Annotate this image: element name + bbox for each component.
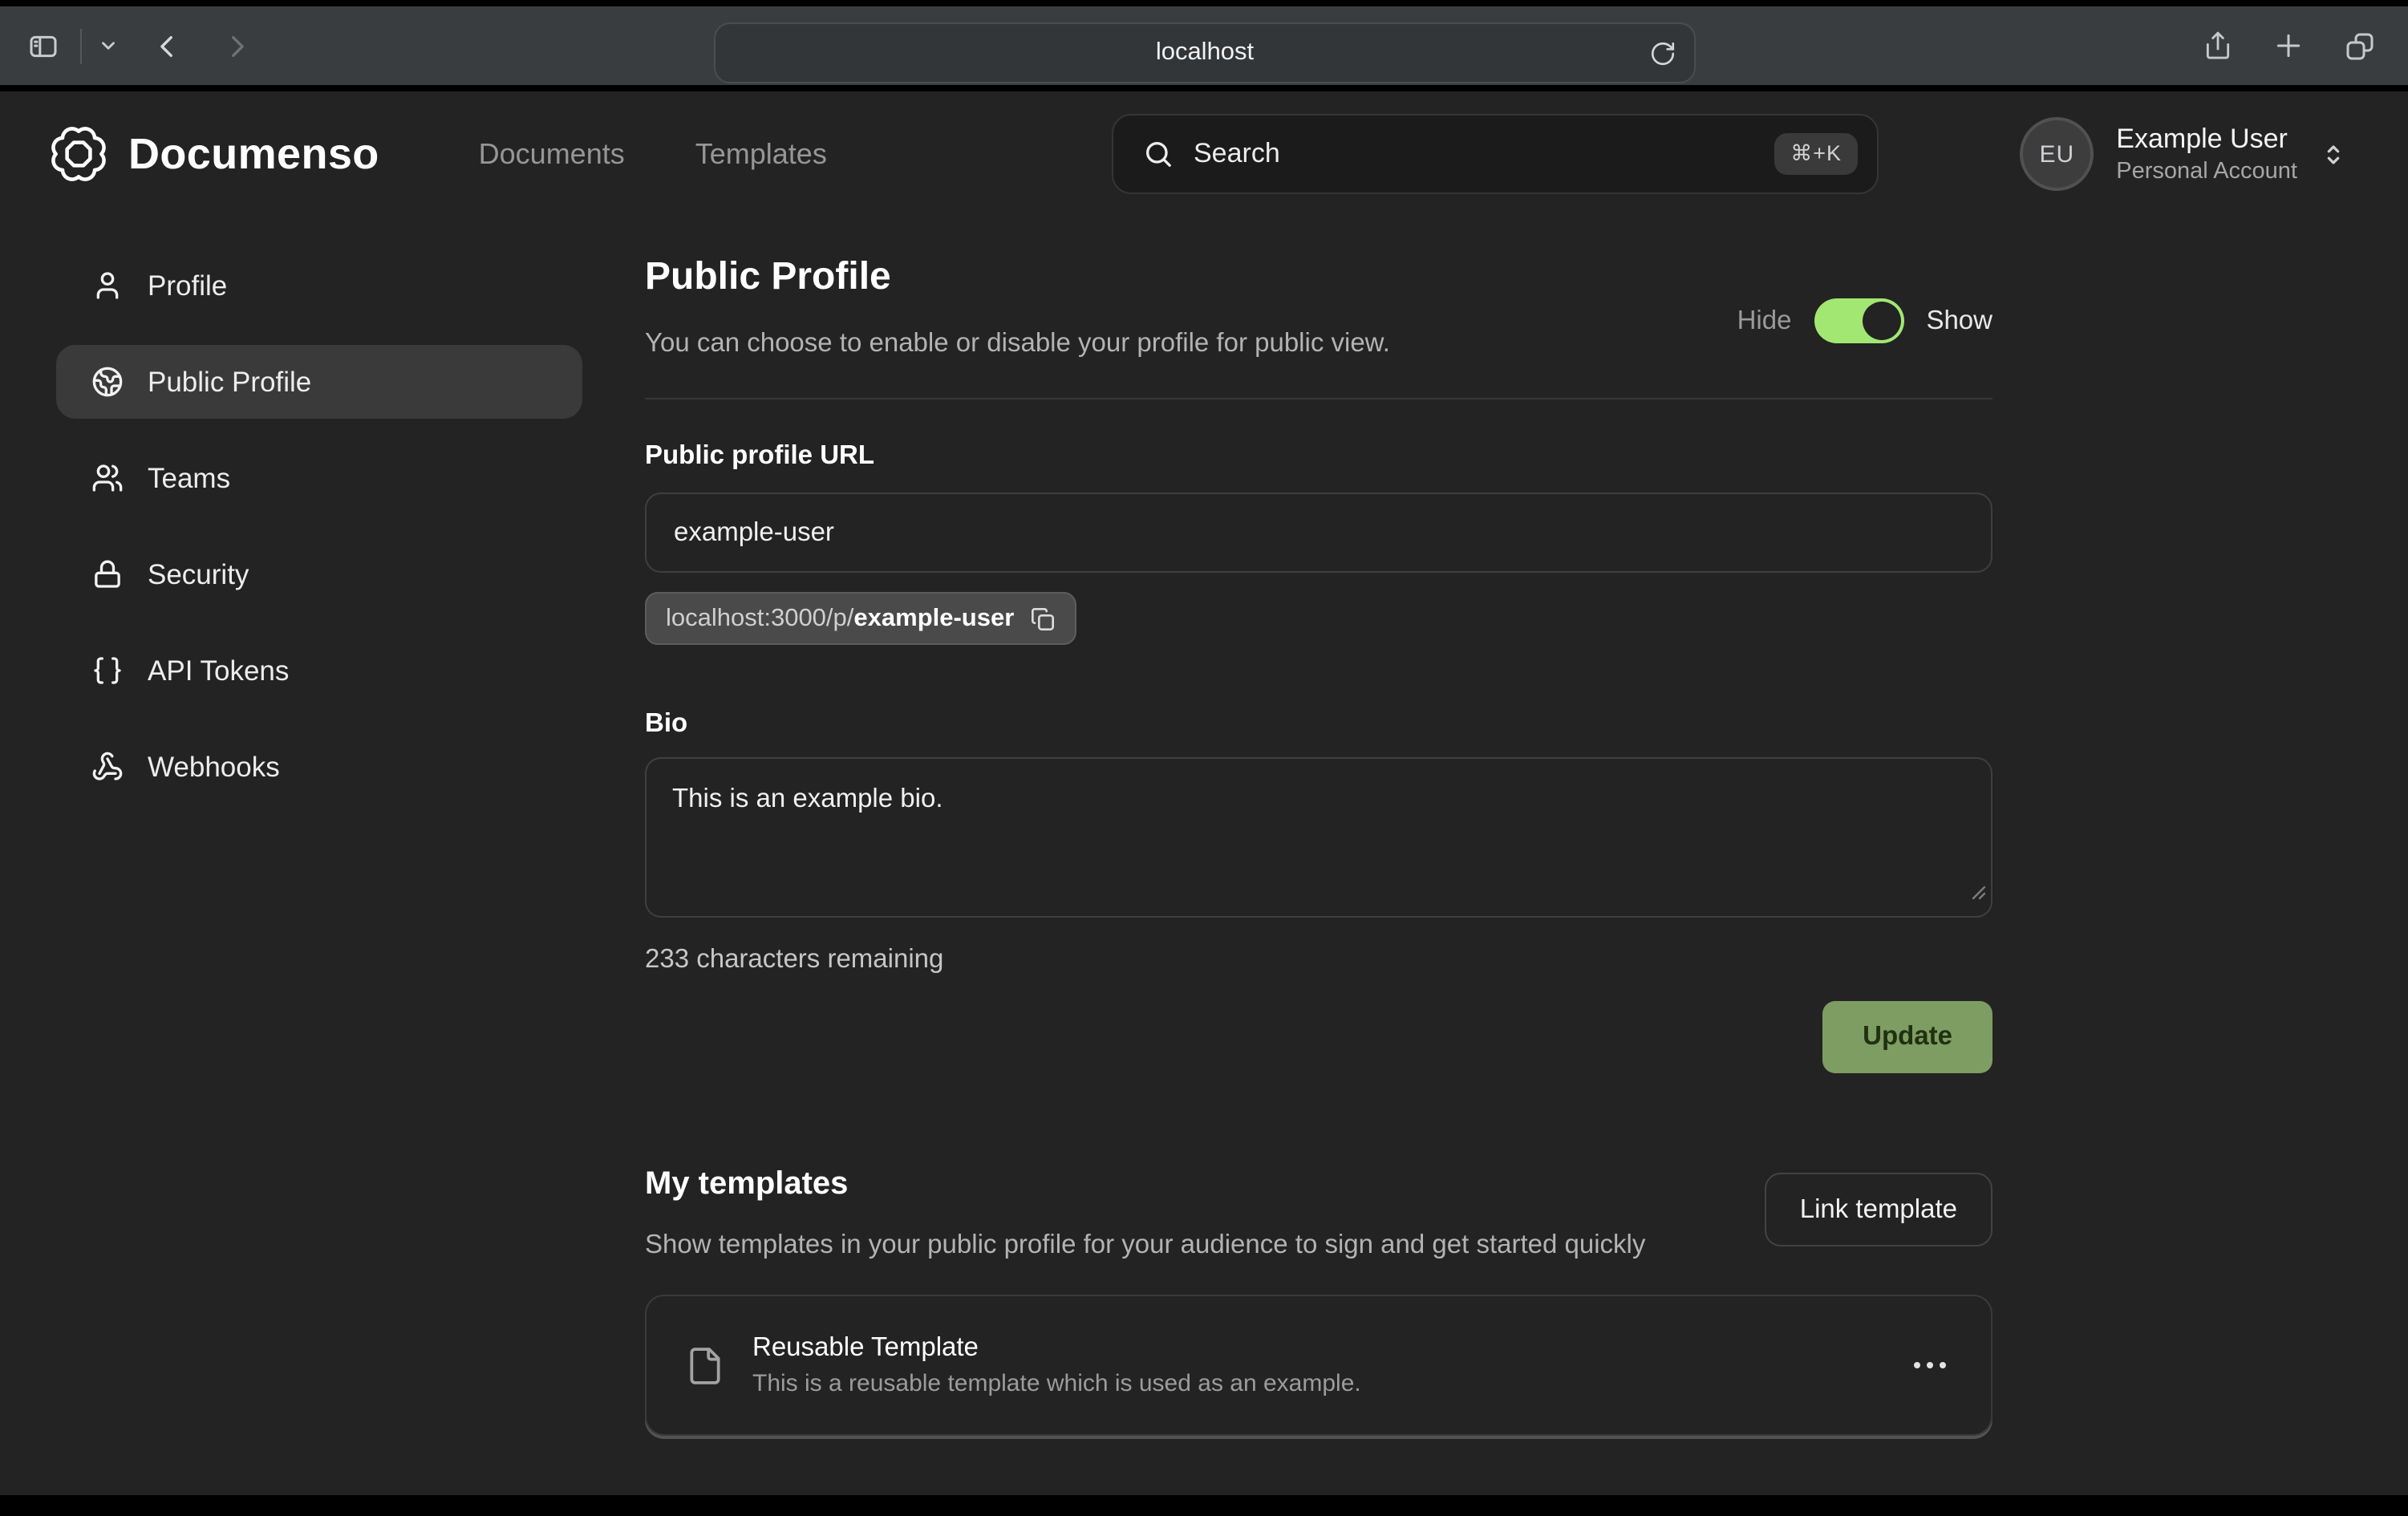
- tab-overview-icon[interactable]: [2344, 30, 2376, 62]
- template-description: This is a reusable template which is use…: [752, 1370, 1914, 1397]
- brand[interactable]: Documenso: [51, 127, 379, 181]
- nav-templates[interactable]: Templates: [695, 137, 827, 171]
- bio-label: Bio: [645, 706, 1992, 741]
- braces-icon: [91, 655, 124, 687]
- app-header: Documenso Documents Templates Search ⌘+K…: [0, 91, 2408, 217]
- globe-icon: [91, 366, 124, 398]
- sidebar-item-public-profile[interactable]: Public Profile: [56, 345, 582, 419]
- search-placeholder: Search: [1194, 138, 1774, 170]
- browser-chrome: localhost: [0, 0, 2408, 91]
- profile-url-username: example-user: [853, 604, 1014, 633]
- bio-textarea[interactable]: This is an example bio.: [645, 757, 1992, 918]
- sidebar-item-label: Security: [148, 557, 249, 591]
- forward-icon[interactable]: [223, 30, 250, 62]
- public-profile-url-input[interactable]: example-user: [645, 492, 1992, 573]
- sidebar-item-label: Teams: [148, 461, 230, 495]
- new-tab-icon[interactable]: [2273, 30, 2304, 61]
- sidebar-toggle-icon[interactable]: [26, 30, 61, 62]
- copy-icon[interactable]: [1030, 606, 1056, 631]
- sidebar-item-label: Public Profile: [148, 365, 311, 399]
- sidebar-item-api-tokens[interactable]: API Tokens: [56, 634, 582, 707]
- file-icon: [685, 1342, 725, 1388]
- webhook-icon: [91, 751, 124, 783]
- sidebar-item-teams[interactable]: Teams: [56, 441, 582, 515]
- browser-toolbar: localhost: [0, 6, 2408, 85]
- search-shortcut-badge: ⌘+K: [1774, 133, 1858, 175]
- page-title: Public Profile: [645, 253, 1390, 302]
- refresh-icon[interactable]: [1649, 39, 1676, 77]
- profile-url-prefix: localhost:3000/p/: [666, 604, 853, 633]
- settings-sidebar: Profile Public Profile Teams: [56, 217, 582, 1436]
- account-names: Example User Personal Account: [2116, 124, 2297, 184]
- profile-visibility-toggle-row: Hide Show: [1737, 279, 1992, 363]
- link-template-button[interactable]: Link template: [1765, 1173, 1992, 1246]
- main-nav: Documents Templates: [479, 137, 827, 171]
- toggle-show-label: Show: [1926, 306, 1992, 336]
- screen: localhost: [0, 0, 2408, 1516]
- screen-bottom-edge: [0, 1495, 2408, 1516]
- share-icon[interactable]: [2203, 29, 2233, 63]
- template-card[interactable]: Reusable Template This is a reusable tem…: [645, 1295, 1992, 1436]
- profile-url-preview[interactable]: localhost:3000/p/example-user: [645, 592, 1076, 645]
- sidebar-item-webhooks[interactable]: Webhooks: [56, 730, 582, 804]
- account-type: Personal Account: [2116, 159, 2297, 184]
- template-actions-menu[interactable]: [1914, 1362, 1946, 1368]
- section-divider: [645, 398, 1992, 399]
- toggle-knob: [1862, 302, 1900, 340]
- resize-handle[interactable]: [1970, 874, 1986, 911]
- chevron-down-icon[interactable]: [98, 35, 119, 56]
- address-bar[interactable]: localhost: [714, 22, 1696, 83]
- account-name: Example User: [2116, 124, 2297, 156]
- page-description: You can choose to enable or disable your…: [645, 324, 1390, 363]
- template-title: Reusable Template: [752, 1333, 1914, 1364]
- my-templates-description: Show templates in your public profile fo…: [645, 1224, 1645, 1266]
- nav-documents[interactable]: Documents: [479, 137, 625, 171]
- public-profile-url-label: Public profile URL: [645, 438, 1992, 473]
- my-templates-title: My templates: [645, 1163, 1645, 1205]
- settings-layout: Profile Public Profile Teams: [0, 217, 2408, 1436]
- profile-visibility-toggle[interactable]: [1814, 298, 1903, 343]
- sidebar-item-label: API Tokens: [148, 654, 289, 687]
- update-button[interactable]: Update: [1822, 1001, 1992, 1073]
- sidebar-item-label: Profile: [148, 269, 227, 302]
- users-icon: [91, 462, 124, 494]
- avatar: EU: [2020, 117, 2094, 191]
- bio-value: This is an example bio.: [672, 784, 943, 813]
- sidebar-item-label: Webhooks: [148, 750, 280, 784]
- app-window: Documenso Documents Templates Search ⌘+K…: [0, 91, 2408, 1495]
- brand-name: Documenso: [128, 129, 379, 179]
- address-bar-url: localhost: [1156, 39, 1254, 67]
- search-icon: [1142, 138, 1174, 170]
- characters-remaining: 233 characters remaining: [645, 940, 1992, 979]
- sidebar-item-profile[interactable]: Profile: [56, 249, 582, 322]
- user-icon: [91, 270, 124, 302]
- search-bar[interactable]: Search ⌘+K: [1112, 114, 1879, 194]
- sidebar-item-security[interactable]: Security: [56, 537, 582, 611]
- back-icon[interactable]: [154, 30, 181, 62]
- account-menu[interactable]: EU Example User Personal Account: [2020, 117, 2347, 191]
- chevrons-up-down-icon: [2320, 139, 2347, 169]
- documenso-logo-icon: [51, 127, 106, 181]
- settings-content: Public Profile You can choose to enable …: [645, 217, 1992, 1436]
- template-texts: Reusable Template This is a reusable tem…: [752, 1333, 1914, 1397]
- toggle-hide-label: Hide: [1737, 306, 1792, 336]
- lock-icon: [91, 558, 124, 590]
- toolbar-separator: [80, 28, 82, 63]
- public-profile-url-value: example-user: [674, 517, 834, 548]
